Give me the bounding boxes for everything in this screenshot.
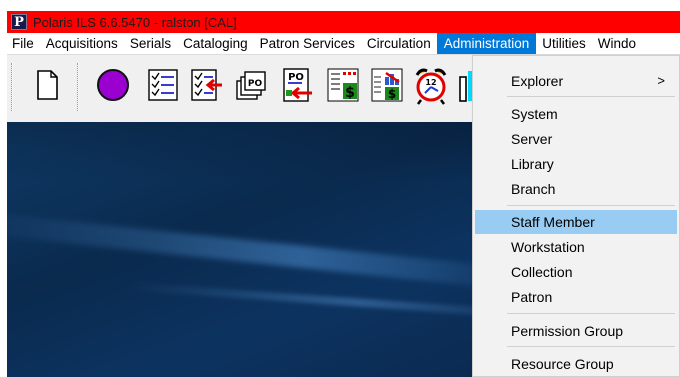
window-title: Polaris ILS 6.6.5470 - ralston [CAL]: [33, 14, 237, 30]
menu-serials[interactable]: Serials: [124, 33, 177, 54]
po-arrow-icon[interactable]: PO: [278, 65, 314, 105]
desktop-light-beam: [7, 210, 527, 292]
new-document-icon[interactable]: [29, 65, 65, 105]
svg-text:$: $: [388, 87, 396, 101]
menu-bar: File Acquisitions Serials Cataloging Pat…: [7, 33, 680, 54]
menu-item-branch[interactable]: Branch: [475, 177, 677, 201]
po-stack-icon[interactable]: PO: [233, 65, 269, 105]
fund-chart-dollar-icon[interactable]: $: [369, 65, 405, 105]
toolbar-grip[interactable]: [11, 63, 13, 111]
menu-item-explorer[interactable]: Explorer >: [475, 69, 677, 93]
clock-twelve: 12: [425, 78, 436, 87]
alarm-clock-icon[interactable]: 12: [413, 65, 449, 105]
menu-acquisitions[interactable]: Acquisitions: [40, 33, 124, 54]
menu-item-workstation[interactable]: Workstation: [475, 235, 677, 259]
menu-separator: [507, 313, 675, 314]
menu-item-system[interactable]: System: [475, 102, 677, 126]
submenu-arrow-icon: >: [657, 73, 665, 88]
menu-item-collection[interactable]: Collection: [475, 260, 677, 284]
menu-separator: [507, 205, 675, 206]
toolbar-grip-2[interactable]: [77, 63, 79, 111]
menu-file[interactable]: File: [7, 33, 40, 54]
menu-item-patron[interactable]: Patron: [475, 285, 677, 309]
menu-circulation[interactable]: Circulation: [361, 33, 437, 54]
menu-separator: [507, 96, 675, 97]
purple-circle-icon[interactable]: [95, 65, 131, 105]
menu-cataloging[interactable]: Cataloging: [177, 33, 254, 54]
menu-item-server[interactable]: Server: [475, 127, 677, 151]
po-label: PO: [248, 79, 263, 89]
menu-item-explorer-label: Explorer: [511, 73, 564, 89]
invoice-dollar-icon[interactable]: $: [325, 65, 361, 105]
menu-item-resource-group[interactable]: Resource Group: [475, 352, 677, 376]
menu-item-permission-group[interactable]: Permission Group: [475, 319, 677, 343]
menu-window[interactable]: Windo: [592, 33, 642, 54]
partial-column-icon[interactable]: [457, 65, 473, 105]
menu-utilities[interactable]: Utilities: [536, 33, 592, 54]
checklist-icon[interactable]: [145, 65, 181, 105]
administration-menu: Explorer > System Server Library Branch …: [472, 55, 680, 377]
svg-text:$: $: [345, 85, 355, 101]
menu-separator: [507, 346, 675, 347]
title-bar[interactable]: P Polaris ILS 6.6.5470 - ralston [CAL]: [7, 11, 680, 33]
checklist-arrow-icon[interactable]: [188, 65, 224, 105]
menu-patron-services[interactable]: Patron Services: [254, 33, 361, 54]
menu-administration[interactable]: Administration: [436, 33, 537, 54]
menu-item-staff-member[interactable]: Staff Member: [475, 210, 677, 234]
po-arrow-label: PO: [288, 72, 304, 83]
menu-item-library[interactable]: Library: [475, 152, 677, 176]
polaris-app-icon[interactable]: P: [11, 14, 27, 30]
